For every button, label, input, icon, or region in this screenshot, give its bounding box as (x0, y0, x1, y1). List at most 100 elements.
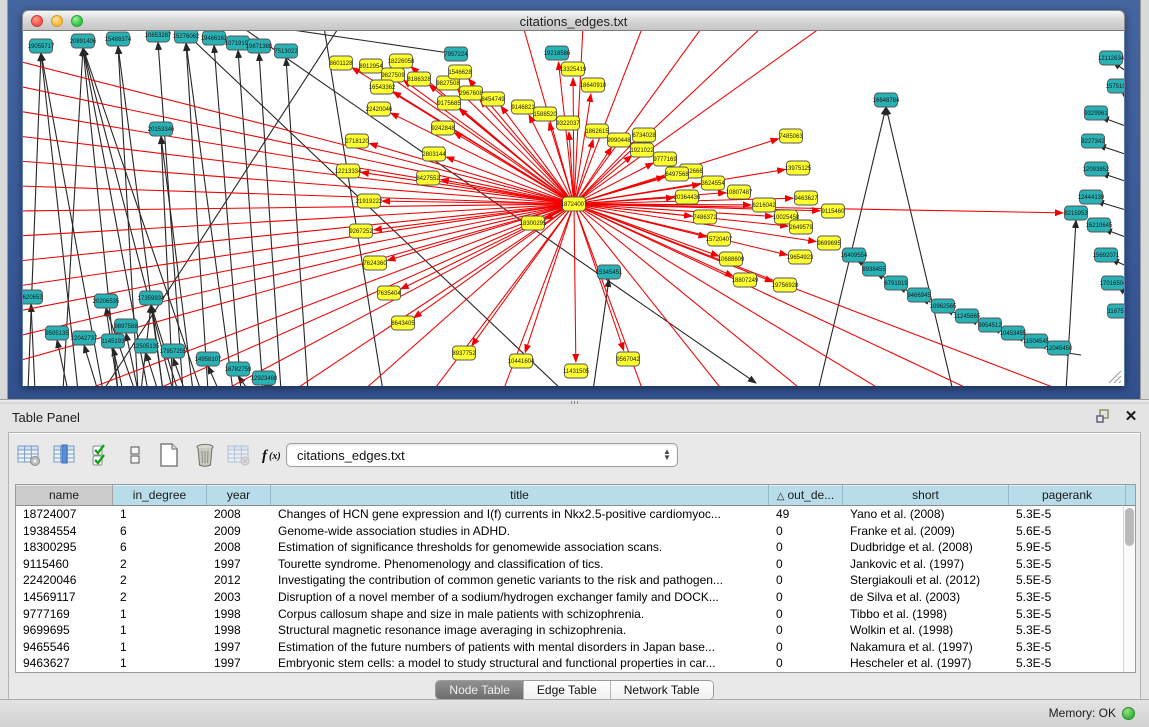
network-node[interactable]: 9777169 (653, 152, 677, 166)
delete-button[interactable] (191, 441, 219, 469)
network-node[interactable]: 13975125 (785, 161, 812, 175)
network-node[interactable]: 3624554 (701, 176, 725, 190)
rows-button[interactable] (121, 441, 149, 469)
network-node[interactable]: 10441604 (508, 354, 535, 368)
new-document-button[interactable] (155, 441, 183, 469)
network-node[interactable]: 9505135 (45, 326, 69, 340)
network-node[interactable]: 18300295 (520, 216, 547, 230)
close-panel-icon[interactable]: ✕ (1123, 408, 1139, 424)
network-node[interactable]: 9567042 (616, 352, 640, 366)
network-node[interactable]: 6734028 (632, 128, 656, 142)
network-node[interactable]: 8601128 (330, 56, 354, 70)
network-node[interactable]: 1546628 (448, 65, 472, 79)
network-node[interactable]: 19218586 (544, 46, 571, 60)
column-header-out-de-[interactable]: △out_de... (769, 485, 843, 505)
network-node[interactable]: 14958107 (195, 352, 222, 366)
network-node[interactable]: 1921022 (630, 143, 654, 157)
table-row[interactable]: 1938455462009Genome-wide association stu… (16, 523, 1135, 540)
network-node[interactable]: 18640910 (580, 78, 607, 92)
tab-edge-table[interactable]: Edge Table (523, 681, 610, 699)
network-node[interactable]: 9463627 (794, 191, 818, 205)
network-node[interactable]: 16648784 (873, 93, 900, 107)
network-node[interactable]: 12505135 (133, 339, 160, 353)
table-scrollbar[interactable] (1123, 506, 1135, 672)
tab-network-table[interactable]: Network Table (610, 681, 713, 699)
network-node[interactable]: 18807249 (732, 273, 759, 287)
network-node[interactable]: 8937752 (452, 346, 476, 360)
network-node[interactable]: 19654923 (787, 250, 814, 264)
network-node[interactable]: 15345451 (596, 265, 623, 279)
network-node[interactable]: 18226058 (388, 54, 415, 68)
network-node[interactable]: 12213334 (335, 164, 362, 178)
network-node[interactable]: 10688609 (718, 252, 745, 266)
network-node[interactable]: 11245665 (954, 309, 981, 323)
network-node[interactable]: 13325419 (560, 62, 587, 76)
table-row[interactable]: 1830029562008Estimation of significance … (16, 539, 1135, 556)
table-row[interactable]: 977716911998Corpus callosum shape and si… (16, 606, 1135, 623)
network-node[interactable]: 20153346 (148, 122, 175, 136)
network-node[interactable]: 9466945 (907, 288, 931, 302)
network-node[interactable]: 9242848 (431, 121, 455, 135)
table-settings-button[interactable] (15, 441, 43, 469)
network-node[interactable]: 12045450 (1046, 341, 1073, 355)
network-node[interactable]: 9175685 (437, 96, 461, 110)
network-node[interactable]: 9699695 (817, 236, 841, 250)
network-node[interactable]: 9322037 (556, 116, 580, 130)
network-node[interactable]: 1167533 (1108, 304, 1126, 318)
table-selector[interactable]: citations_edges.txt ▲▼ (286, 443, 678, 467)
network-node[interactable]: 8938455 (862, 262, 886, 276)
network-window-titlebar[interactable]: citations_edges.txt (22, 10, 1125, 31)
column-header-year[interactable]: year (207, 485, 271, 505)
network-view[interactable]: 1872400786011288912954182260589827509818… (22, 31, 1125, 386)
network-node[interactable]: 15720407 (706, 232, 733, 246)
network-node[interactable]: 8454749 (481, 92, 505, 106)
network-node[interactable]: 9329961 (1084, 106, 1108, 120)
network-node[interactable]: 7635404 (377, 286, 401, 300)
network-node[interactable]: 1145193 (102, 334, 126, 348)
network-node[interactable]: 10962565 (930, 299, 957, 313)
network-node[interactable]: 12093852 (1083, 162, 1110, 176)
network-node[interactable]: 8186328 (407, 72, 431, 86)
network-node[interactable]: 16210645 (1086, 218, 1113, 232)
table-row[interactable]: 1872400712008Changes of HCN gene express… (16, 506, 1135, 523)
network-node[interactable]: 8427552 (416, 171, 440, 185)
network-node[interactable]: 11431505 (563, 364, 590, 378)
network-node[interactable]: 20364436 (674, 190, 701, 204)
network-node[interactable]: 10453455 (1000, 326, 1027, 340)
network-node[interactable]: 21919222 (356, 194, 383, 208)
network-node[interactable]: 8215953 (1064, 206, 1088, 220)
table-row[interactable]: 1456911722003Disruption of a novel membe… (16, 589, 1135, 606)
network-node[interactable]: 19671388 (246, 39, 273, 53)
table-row[interactable]: 946362711997Embryonic stem cells: a mode… (16, 655, 1135, 672)
network-node[interactable]: 9897588 (114, 319, 138, 333)
network-node[interactable]: 9267252 (349, 224, 373, 238)
network-window[interactable]: citations_edges.txt 18724007860112889129… (22, 10, 1125, 386)
table-row[interactable]: 946554611997Estimation of the future num… (16, 639, 1135, 656)
table-row[interactable]: 969969511998Structural magnetic resonanc… (16, 622, 1135, 639)
network-node[interactable]: 17359934 (138, 291, 165, 305)
column-header-in-degree[interactable]: in_degree (113, 485, 207, 505)
network-node[interactable]: 10653287 (145, 31, 172, 42)
network-node[interactable]: 2718120 (345, 134, 369, 148)
select-all-check-button[interactable] (87, 441, 115, 469)
table-row[interactable]: 911546021997Tourette syndrome. Phenomeno… (16, 556, 1135, 573)
network-node[interactable]: 20206535 (93, 294, 120, 308)
network-node[interactable]: 7486372 (693, 210, 717, 224)
column-header-pagerank[interactable]: pagerank (1009, 485, 1126, 505)
function-builder-button[interactable]: f(x) (259, 441, 287, 469)
network-node[interactable]: 15488374 (105, 32, 132, 46)
column-header-title[interactable]: title (271, 485, 769, 505)
network-node[interactable]: 16543362 (369, 80, 396, 94)
network-node[interactable]: 12923468 (251, 371, 278, 385)
memory-status-icon[interactable] (1122, 707, 1135, 720)
column-header-short[interactable]: short (843, 485, 1009, 505)
network-node[interactable]: 15276062 (173, 31, 200, 43)
network-node[interactable]: 17957255 (160, 344, 187, 358)
network-node[interactable]: 20891406 (70, 34, 97, 48)
network-node[interactable]: 12112634 (1098, 51, 1125, 65)
network-node[interactable]: 17016504 (1100, 276, 1125, 290)
network-node[interactable]: 6791919 (884, 276, 908, 290)
network-node[interactable]: 2620653 (23, 290, 43, 304)
network-node[interactable]: 9115460 (822, 204, 846, 218)
network-node[interactable]: 9227342 (1081, 134, 1105, 148)
